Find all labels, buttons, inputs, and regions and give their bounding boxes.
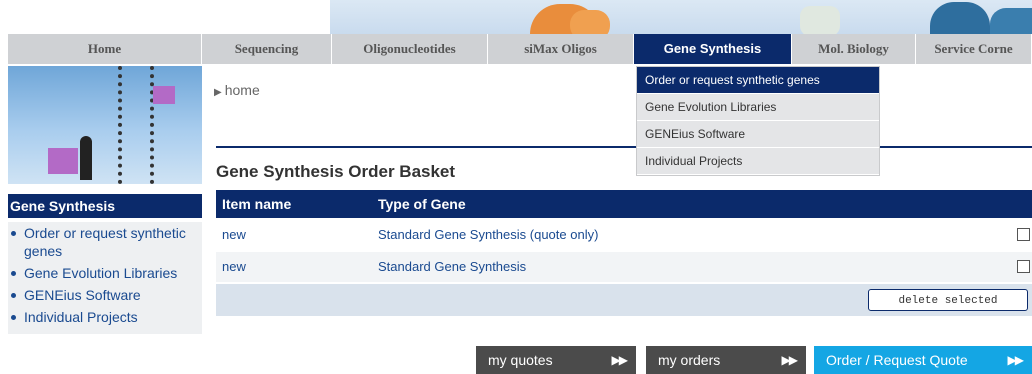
nav-sequencing[interactable]: Sequencing — [202, 34, 332, 64]
delete-selected-button[interactable]: delete selected — [868, 289, 1028, 311]
dropdown-item-geneius-software[interactable]: GENEius Software — [637, 121, 879, 148]
row-gene-type: Standard Gene Synthesis (quote only) — [378, 227, 599, 242]
double-arrow-icon: ▶▶ — [611, 353, 629, 367]
dropdown-item-individual-projects[interactable]: Individual Projects — [637, 148, 879, 175]
table-footer-bar: delete selected — [216, 284, 1032, 316]
order-request-quote-label: Order / Request Quote — [826, 352, 968, 368]
nav-mol-biology[interactable]: Mol. Biology — [792, 34, 916, 64]
double-arrow-icon: ▶▶ — [1007, 353, 1025, 367]
basket-table-header: Item name Type of Gene — [216, 190, 1032, 218]
dropdown-item-gene-evolution-libraries[interactable]: Gene Evolution Libraries — [637, 94, 879, 121]
section-divider — [216, 146, 1032, 148]
sidebar-item-gene-evolution-libraries[interactable]: Gene Evolution Libraries — [8, 264, 202, 282]
sidebar-item-individual-projects[interactable]: Individual Projects — [8, 308, 202, 326]
row-gene-type: Standard Gene Synthesis — [378, 259, 527, 274]
table-row: new Standard Gene Synthesis — [216, 252, 1032, 282]
order-request-quote-button[interactable]: Order / Request Quote ▶▶ — [814, 346, 1032, 374]
sidebar-menu: Order or request synthetic genes Gene Ev… — [8, 222, 202, 334]
nav-simax-oligos[interactable]: siMax Oligos — [488, 34, 634, 64]
page-title: Gene Synthesis Order Basket — [216, 162, 456, 181]
breadcrumb-home-link[interactable]: home — [225, 82, 260, 98]
row-select-checkbox[interactable] — [1017, 228, 1030, 241]
sidebar-item-geneius-software[interactable]: GENEius Software — [8, 286, 202, 304]
breadcrumb: ▶ home — [214, 82, 260, 98]
my-orders-button[interactable]: my orders ▶▶ — [646, 346, 806, 374]
row-item-name: new — [222, 227, 246, 242]
sidebar-item-order-synthetic-genes[interactable]: Order or request synthetic genes — [8, 224, 202, 260]
column-header-type-of-gene: Type of Gene — [378, 196, 466, 212]
main-navigation: Home Sequencing Oligonucleotides siMax O… — [8, 34, 1032, 64]
row-item-name: new — [222, 259, 246, 274]
nav-oligonucleotides[interactable]: Oligonucleotides — [332, 34, 488, 64]
dropdown-item-order-synthetic-genes[interactable]: Order or request synthetic genes — [637, 67, 879, 94]
spiral-staircase-hero-image — [8, 66, 202, 184]
row-select-checkbox[interactable] — [1017, 260, 1030, 273]
column-header-item-name: Item name — [222, 196, 292, 212]
header-banner-image — [330, 0, 1032, 34]
sidebar-heading: Gene Synthesis — [8, 194, 202, 218]
breadcrumb-arrow-icon: ▶ — [214, 87, 222, 98]
double-arrow-icon: ▶▶ — [781, 353, 799, 367]
my-quotes-button[interactable]: my quotes ▶▶ — [476, 346, 636, 374]
nav-home[interactable]: Home — [8, 34, 202, 64]
nav-service-corner[interactable]: Service Corne — [916, 34, 1032, 64]
nav-gene-synthesis[interactable]: Gene Synthesis — [634, 34, 792, 64]
gene-synthesis-dropdown-menu: Order or request synthetic genes Gene Ev… — [636, 66, 880, 176]
my-orders-label: my orders — [658, 352, 721, 368]
my-quotes-label: my quotes — [488, 352, 553, 368]
table-row: new Standard Gene Synthesis (quote only) — [216, 220, 1032, 250]
